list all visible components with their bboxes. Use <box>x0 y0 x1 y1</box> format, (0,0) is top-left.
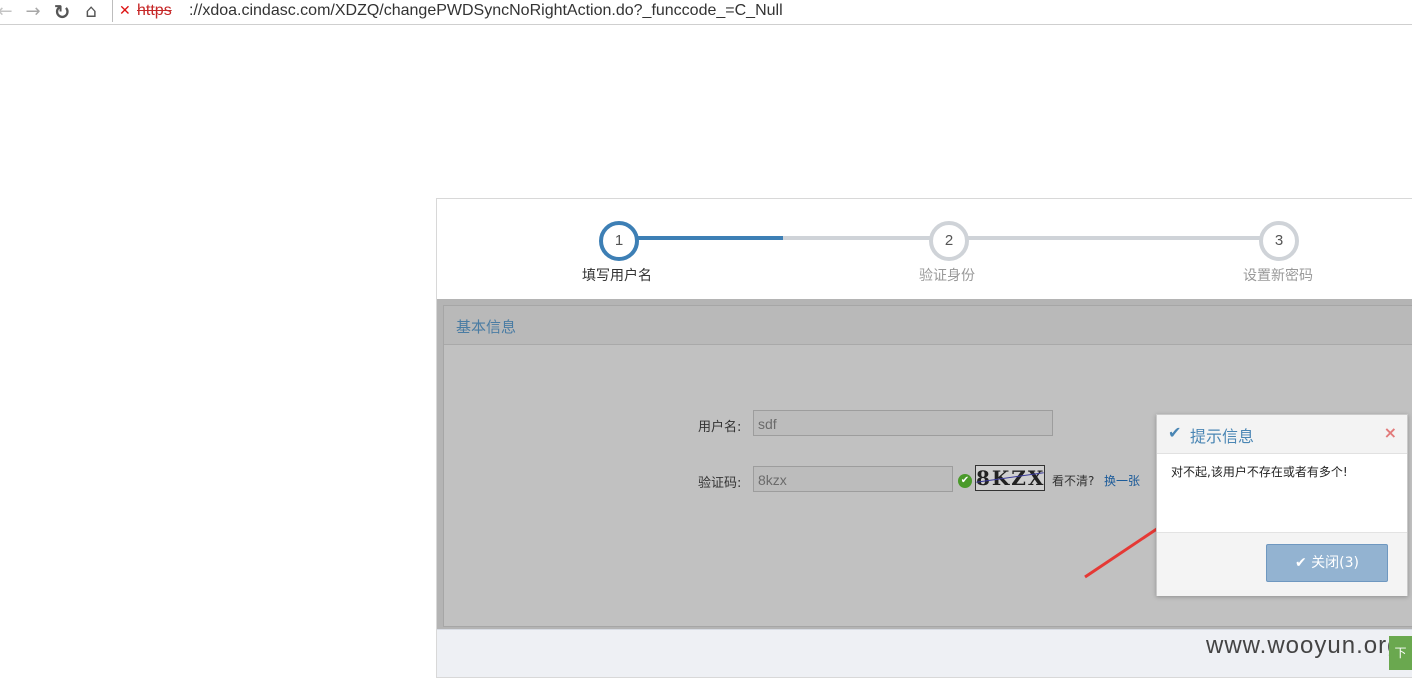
dialog-message: 对不起,该用户不存在或者有多个! <box>1171 465 1348 479</box>
dialog-title: 提示信息 <box>1190 427 1255 446</box>
watermark: www.wooyun.org <box>1206 632 1402 659</box>
info-dialog: ✔ 提示信息 × 对不起,该用户不存在或者有多个! ✔ 关闭(3) <box>1156 414 1408 596</box>
dialog-header: ✔ 提示信息 × <box>1157 415 1407 454</box>
close-button[interactable]: ✔ 关闭(3) <box>1266 544 1388 582</box>
corner-tab[interactable]: 下 <box>1389 636 1412 670</box>
close-icon[interactable]: × <box>1384 423 1397 442</box>
close-button-label: 关闭(3) <box>1311 555 1360 571</box>
close-button-check-icon: ✔ <box>1294 555 1307 571</box>
check-icon: ✔ <box>1168 423 1182 442</box>
dialog-footer: ✔ 关闭(3) <box>1157 532 1407 596</box>
